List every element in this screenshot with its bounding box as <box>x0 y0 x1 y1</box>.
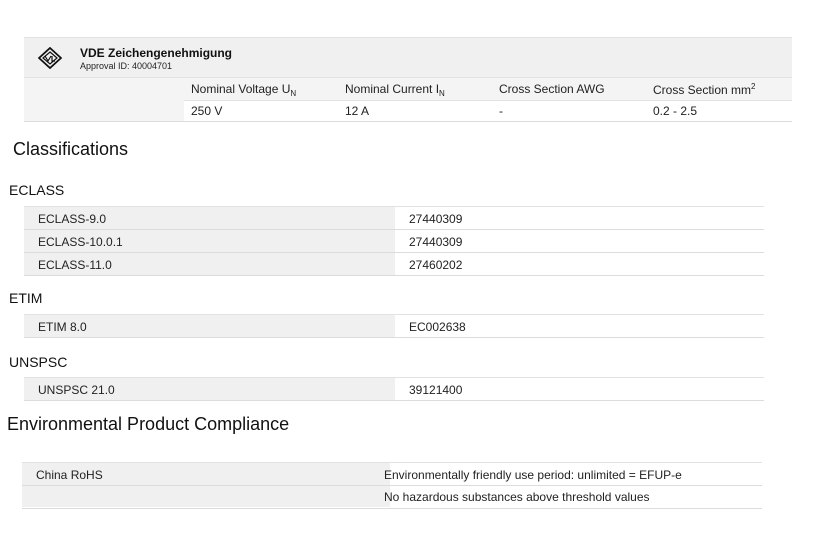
eclass-key: ECLASS-10.0.1 <box>38 235 123 249</box>
etim-key: ETIM 8.0 <box>38 320 87 334</box>
value-nominal-voltage: 250 V <box>191 104 223 118</box>
col-cross-section-awg: Cross Section AWG <box>499 82 605 96</box>
approval-id: Approval ID: 40004701 <box>80 61 173 71</box>
approval-table-row: 250 V 12 A - 0.2 - 2.5 <box>24 100 792 122</box>
unspsc-table: UNSPSC 21.0 39121400 <box>24 377 764 401</box>
value-cross-section-mm: 0.2 - 2.5 <box>653 104 698 118</box>
row-label-cell <box>24 100 184 121</box>
table-row: ECLASS-11.0 27460202 <box>24 253 764 276</box>
table-row: UNSPSC 21.0 39121400 <box>24 377 764 401</box>
compliance-value: Environmentally friendly use period: unl… <box>384 468 682 482</box>
col-nominal-voltage: Nominal Voltage UN <box>191 82 297 98</box>
eclass-value: 27460202 <box>409 258 463 272</box>
approval-header: VDE Zeichengenehmigung Approval ID: 4000… <box>24 37 792 78</box>
col-nominal-current: Nominal Current IN <box>345 82 445 98</box>
eclass-table: ECLASS-9.0 27440309 ECLASS-10.0.1 274403… <box>24 206 764 276</box>
eclass-value: 27440309 <box>409 212 463 226</box>
unspsc-heading: UNSPSC <box>9 354 68 370</box>
approval-table-header: Nominal Voltage UN Nominal Current IN Cr… <box>24 77 792 101</box>
compliance-heading: Environmental Product Compliance <box>7 414 290 434</box>
eclass-heading: ECLASS <box>9 182 65 198</box>
eclass-key: ECLASS-11.0 <box>38 258 112 272</box>
etim-value: EC002638 <box>409 320 466 334</box>
china-rohs-label: China RoHS <box>36 468 103 482</box>
etim-table: ETIM 8.0 EC002638 <box>24 314 764 338</box>
col-cross-section-mm: Cross Section mm2 <box>653 82 756 97</box>
vde-mark-icon <box>38 47 62 69</box>
classifications-heading: Classifications <box>13 139 129 159</box>
table-row: ECLASS-9.0 27440309 <box>24 206 764 230</box>
unspsc-key: UNSPSC 21.0 <box>38 383 115 397</box>
value-nominal-current: 12 A <box>345 104 370 118</box>
eclass-key: ECLASS-9.0 <box>38 212 107 226</box>
value-cross-section-awg: - <box>499 104 503 118</box>
table-row: ECLASS-10.0.1 27440309 <box>24 230 764 253</box>
eclass-value: 27440309 <box>409 235 463 249</box>
table-row: ETIM 8.0 EC002638 <box>24 314 764 338</box>
compliance-value: No hazardous substances above threshold … <box>384 490 650 504</box>
etim-heading: ETIM <box>9 290 43 306</box>
approval-title: VDE Zeichengenehmigung <box>80 46 233 60</box>
unspsc-value: 39121400 <box>409 383 463 397</box>
